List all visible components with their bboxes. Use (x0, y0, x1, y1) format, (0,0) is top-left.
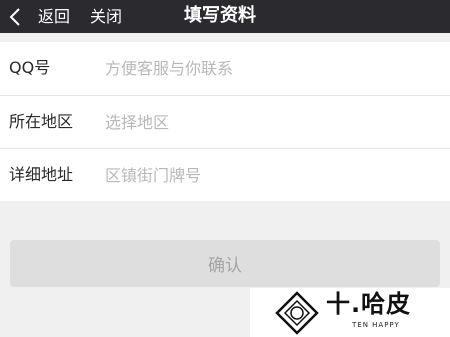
title-bar: 返回 关闭 填写资料 (0, 0, 450, 33)
region-label: 所在地区 (9, 112, 74, 131)
form-row-address[interactable]: 详细地址 (0, 148, 450, 201)
back-button[interactable]: 返回 (38, 7, 70, 27)
confirm-button[interactable]: 确认 (10, 240, 440, 287)
form-row-qq[interactable]: QQ号 (0, 42, 450, 95)
form-row-region[interactable]: 所在地区 (0, 95, 450, 148)
page-title: 填写资料 (184, 5, 256, 26)
qq-input[interactable] (105, 55, 425, 81)
close-button[interactable]: 关闭 (90, 7, 122, 27)
profile-form: QQ号 所在地区 详细地址 (0, 42, 450, 201)
diamond-logo-icon (275, 291, 319, 335)
address-label: 详细地址 (9, 165, 74, 184)
watermark-text: 十.哈皮 (326, 290, 412, 318)
watermark: 十.哈皮 TEN HAPPY (250, 288, 450, 337)
address-input[interactable] (105, 162, 425, 188)
region-input[interactable] (105, 109, 425, 135)
qq-label: QQ号 (9, 58, 51, 77)
back-chevron-icon[interactable] (6, 7, 24, 27)
watermark-subtext: TEN HAPPY (352, 321, 400, 329)
